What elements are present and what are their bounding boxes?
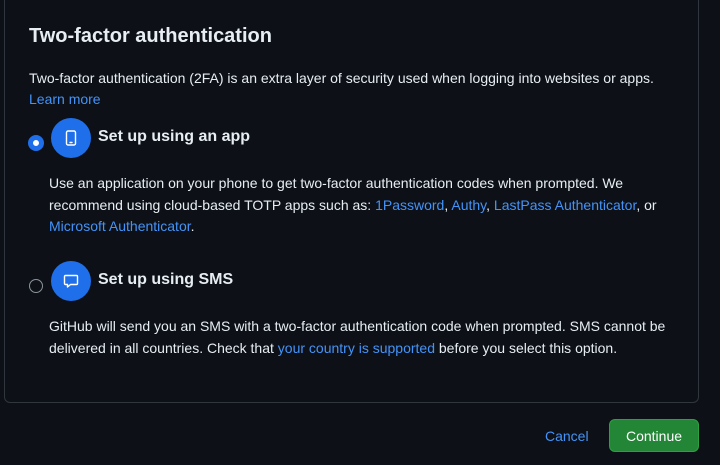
app-desc-end: . (190, 218, 195, 234)
learn-more-link[interactable]: Learn more (29, 91, 101, 107)
app-option-description: Use an application on your phone to get … (49, 173, 674, 238)
intro-description: Two-factor authentication (2FA) is an ex… (29, 70, 654, 86)
link-authy[interactable]: Authy (451, 197, 486, 213)
link-lastpass-authenticator[interactable]: LastPass Authenticator (494, 197, 636, 213)
option-label-app[interactable]: Set up using an app (98, 128, 250, 146)
separator: , (486, 196, 494, 213)
option-label-sms[interactable]: Set up using SMS (98, 271, 233, 289)
sms-option-description: GitHub will send you an SMS with a two-f… (49, 316, 674, 359)
radio-app[interactable] (29, 136, 43, 150)
mobile-phone-icon (65, 130, 77, 146)
page-title: Two-factor authentication (29, 25, 272, 47)
radio-sms[interactable] (29, 279, 43, 293)
continue-button[interactable]: Continue (609, 419, 699, 452)
link-1password[interactable]: 1Password (375, 197, 444, 213)
intro-text: Two-factor authentication (2FA) is an ex… (29, 68, 679, 110)
sms-desc-end: before you select this option. (435, 339, 618, 356)
sms-option-icon (51, 261, 91, 301)
link-country-supported[interactable]: your country is supported (278, 340, 435, 356)
separator: , or (636, 196, 657, 213)
two-factor-card: Two-factor authentication Two-factor aut… (4, 0, 699, 403)
cancel-button[interactable]: Cancel (531, 420, 603, 452)
link-microsoft-authenticator[interactable]: Microsoft Authenticator (49, 218, 191, 234)
app-option-icon (51, 118, 91, 158)
message-icon (63, 274, 79, 288)
